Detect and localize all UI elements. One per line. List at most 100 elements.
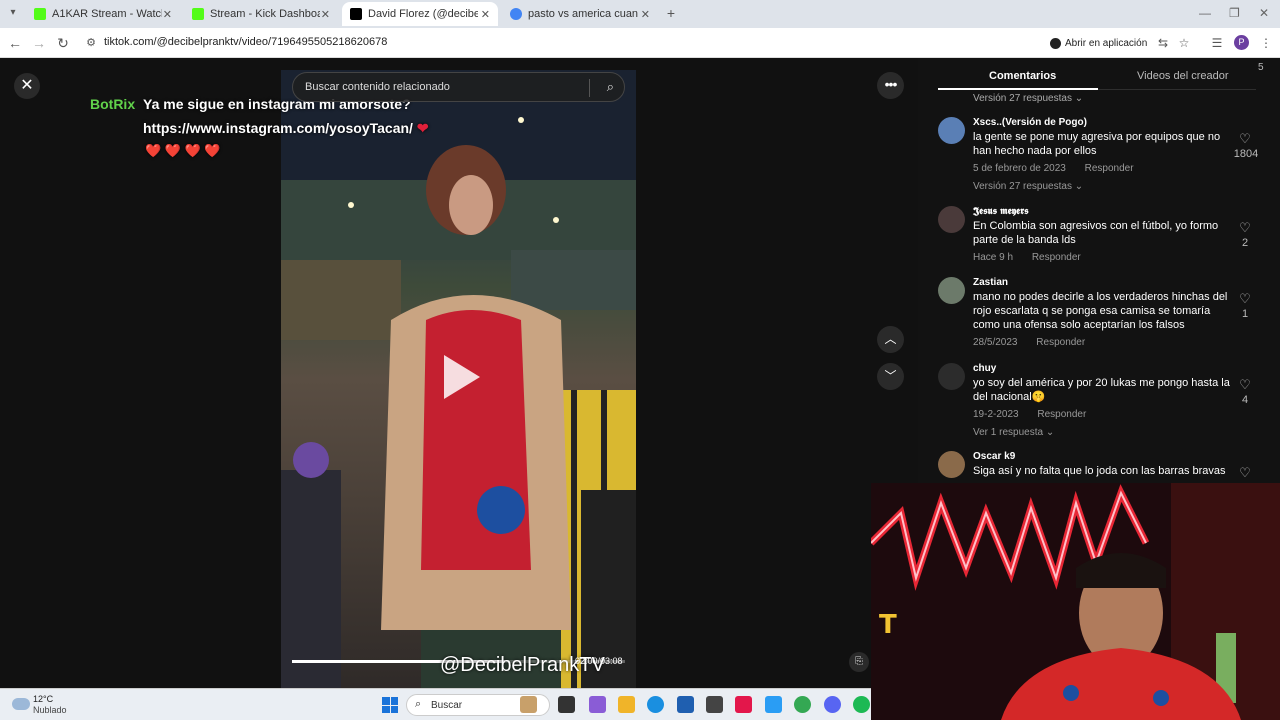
chrome-icon[interactable] (794, 696, 811, 713)
tiktok-icon (1050, 37, 1061, 49)
edge-icon[interactable] (647, 696, 664, 713)
comment-meta: 19-2-2023 Responder (973, 409, 1086, 420)
video-time: 02:00/03:08 (575, 656, 623, 666)
comment-author[interactable]: chuy (973, 363, 996, 374)
avatar[interactable] (938, 451, 965, 478)
kick-favicon-icon (34, 8, 46, 20)
taskbar-app-icon[interactable] (677, 696, 694, 713)
site-info-icon[interactable]: ⚙ (82, 34, 100, 52)
google-favicon-icon (510, 8, 522, 20)
like-heart-icon[interactable]: ♡ (1230, 131, 1260, 147)
reply-button[interactable]: Responder (1036, 337, 1085, 348)
avatar[interactable] (938, 277, 965, 304)
view-replies-link[interactable]: Ver 1 respuesta ⌄ (973, 427, 1054, 438)
chat-link: https://www.instagram.com/yosoyTacan/ (143, 120, 413, 136)
related-search-input[interactable]: Buscar contenido relacionado ⌕ (292, 72, 625, 102)
tiktok-favicon-icon (350, 8, 362, 20)
weather-desc: Nublado (33, 705, 67, 715)
like-heart-icon[interactable]: ♡ (1230, 291, 1260, 307)
comment-author[interactable]: Zastian (973, 277, 1008, 288)
taskbar-search-placeholder: Buscar (431, 700, 463, 711)
replies-label: Ver 1 respuesta (973, 427, 1044, 438)
reply-button[interactable]: Responder (1085, 163, 1134, 174)
close-tab-icon[interactable]: ✕ (641, 8, 650, 21)
avatar[interactable] (938, 117, 965, 144)
comment-meta: 28/5/2023 Responder (973, 337, 1085, 348)
tab-comments[interactable]: Comentarios (989, 70, 1056, 82)
like-heart-icon[interactable]: ♡ (1230, 465, 1260, 481)
close-window-icon[interactable]: ✕ (1259, 6, 1269, 20)
tab-creator-videos[interactable]: Videos del creador (1137, 70, 1229, 82)
close-tab-icon[interactable]: ✕ (321, 8, 330, 21)
avatar[interactable] (938, 206, 965, 233)
bookmark-star-icon[interactable]: ☆ (1176, 35, 1192, 51)
report-icon[interactable]: ⎘ (849, 652, 869, 672)
panel-tabs: Comentarios Videos del creador (938, 62, 1256, 90)
taskbar-app-icon[interactable] (558, 696, 575, 713)
avatar[interactable] (938, 363, 965, 390)
reply-button[interactable]: Responder (1037, 409, 1086, 420)
browser-tab-3[interactable]: pasto vs america cuando es - B ✕ (502, 2, 658, 26)
comment-date: Hace 9 h (973, 252, 1014, 263)
like-heart-icon[interactable]: ♡ (1230, 377, 1260, 393)
search-icon[interactable]: ⌕ (607, 79, 614, 95)
reading-list-icon[interactable]: ☰ (1209, 35, 1225, 51)
browser-tab-1[interactable]: Stream - Kick Dashboard ✕ (184, 2, 338, 26)
like-count: 1 (1241, 308, 1249, 320)
comment-date: 28/5/2023 (973, 337, 1018, 348)
comment-text: mano no podes decirle a los verdaderos h… (973, 291, 1228, 331)
reply-button[interactable]: Responder (1032, 252, 1081, 263)
comment-text: yo soy del américa y por 20 lukas me pon… (973, 377, 1230, 403)
taskbar-app-icon[interactable] (520, 696, 537, 713)
tab-list-icon[interactable]: ▾ (4, 4, 22, 22)
browser-menu-icon[interactable]: ⋮ (1258, 35, 1274, 51)
like-heart-icon[interactable]: ♡ (1230, 220, 1260, 236)
taskbar-app-icon[interactable] (765, 696, 782, 713)
view-replies-link[interactable]: Versión 27 respuestas ⌄ (973, 181, 1083, 192)
tiktok-icon[interactable] (735, 696, 752, 713)
reload-icon[interactable]: ↻ (54, 34, 72, 52)
tab-title: David Florez (@decibelpranktv (368, 8, 478, 20)
browser-tab-2[interactable]: David Florez (@decibelpranktv ✕ (342, 2, 498, 26)
chat-message-line-2: https://www.instagram.com/yosoyTacan/ ❤ (143, 120, 429, 137)
close-video-button[interactable]: ✕ (14, 73, 40, 99)
open-in-app-button[interactable]: Abrir en aplicación (1050, 34, 1147, 52)
svg-text:T: T (879, 610, 897, 640)
comment-item: Xscs..(Versión de Pogo) la gente se pone… (938, 117, 1258, 197)
search-placeholder: Buscar contenido relacionado (305, 81, 450, 93)
tab-title: Stream - Kick Dashboard (210, 8, 320, 20)
taskbar-app-icon[interactable] (589, 696, 606, 713)
heart-icon: ❤ (416, 120, 429, 136)
back-icon[interactable]: ← (6, 34, 24, 52)
spotify-icon[interactable] (853, 696, 870, 713)
search-icon: ⌕ (415, 698, 422, 710)
play-icon[interactable] (444, 355, 480, 399)
comment-item: 𝕵𝖊𝖘𝖚𝖘 𝖒𝖊𝖞𝖊𝖗𝖘 En Colombia son agresivos c… (938, 206, 1258, 270)
restore-icon[interactable]: ❐ (1229, 6, 1240, 20)
folder-icon[interactable] (618, 696, 635, 713)
url-field[interactable]: tiktok.com/@decibelpranktv/video/7196495… (104, 36, 387, 48)
profile-avatar[interactable]: P (1234, 35, 1249, 50)
next-video-button[interactable]: ﹀ (877, 363, 904, 390)
previous-video-button[interactable]: ︿ (877, 326, 904, 353)
replies-label: Versión 27 respuestas (973, 93, 1072, 104)
comment-author[interactable]: Xscs..(Versión de Pogo) (973, 117, 1087, 128)
translate-icon[interactable]: ⇆ (1155, 35, 1171, 51)
weather-temp[interactable]: 12°C (33, 694, 53, 704)
chat-username: BotRix (90, 96, 136, 112)
windows-start-icon[interactable] (382, 697, 398, 713)
forward-icon[interactable]: → (30, 34, 48, 52)
comment-author[interactable]: 𝕵𝖊𝖘𝖚𝖘 𝖒𝖊𝖞𝖊𝖗𝖘 (973, 206, 1029, 217)
minimize-icon[interactable]: — (1199, 6, 1211, 20)
browser-tab-0[interactable]: A1KAR Stream - Watch Live on ✕ (26, 2, 180, 26)
like-count: 2 (1241, 237, 1249, 249)
discord-icon[interactable] (824, 696, 841, 713)
comment-author[interactable]: Oscar k9 (973, 451, 1015, 462)
close-tab-icon[interactable]: ✕ (481, 8, 490, 21)
windows-taskbar: 12°C Nublado ⌕ Buscar (0, 688, 871, 720)
more-options-button[interactable]: ••• (877, 72, 904, 99)
view-replies-link[interactable]: Versión 27 respuestas ⌄ (973, 93, 1083, 104)
taskbar-app-icon[interactable] (706, 696, 723, 713)
close-tab-icon[interactable]: ✕ (163, 8, 172, 21)
new-tab-button[interactable]: + (662, 4, 680, 22)
